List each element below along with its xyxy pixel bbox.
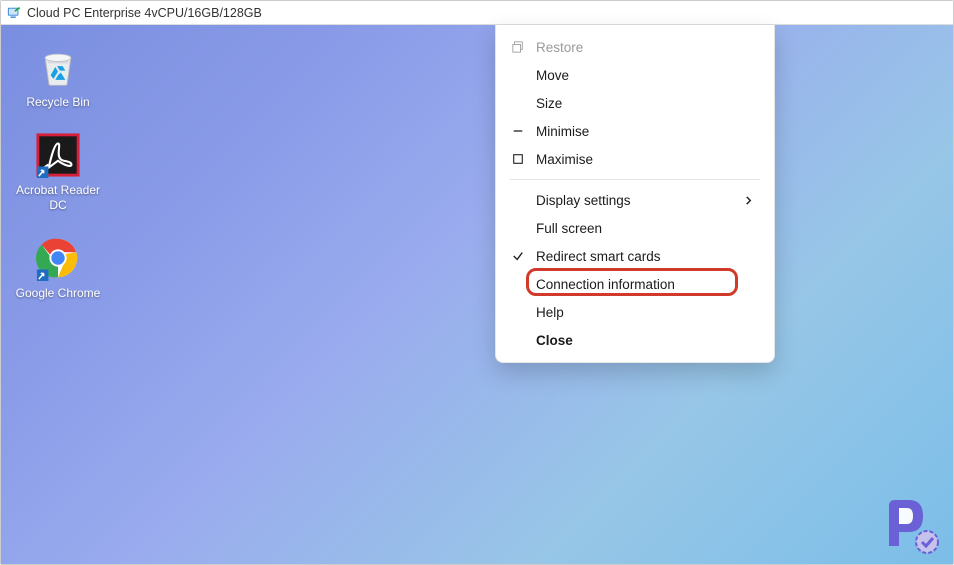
desktop-icon-chrome[interactable]: Google Chrome <box>13 234 103 300</box>
menu-separator <box>510 179 760 180</box>
menu-item-move[interactable]: Move <box>496 61 774 89</box>
menu-item-connection-information[interactable]: Connection information <box>496 270 774 298</box>
menu-item-size[interactable]: Size <box>496 89 774 117</box>
title-bar[interactable]: Cloud PC Enterprise 4vCPU/16GB/128GB <box>1 1 953 25</box>
desktop-icons-column: Recycle Bin Acrobat Reader DC <box>13 43 103 301</box>
system-context-menu: Restore Move Size Minimise Maximise <box>495 25 775 363</box>
check-icon <box>510 248 526 264</box>
window-title: Cloud PC Enterprise 4vCPU/16GB/128GB <box>27 6 262 20</box>
menu-item-redirect-smart-cards[interactable]: Redirect smart cards <box>496 242 774 270</box>
desktop-icon-label: Recycle Bin <box>26 95 89 109</box>
desktop-icon-label: Google Chrome <box>16 286 101 300</box>
menu-item-maximise[interactable]: Maximise <box>496 145 774 173</box>
recycle-bin-icon <box>34 43 82 91</box>
desktop-icon-recycle-bin[interactable]: Recycle Bin <box>13 43 103 109</box>
restore-icon <box>510 39 526 55</box>
menu-item-display-settings[interactable]: Display settings <box>496 186 774 214</box>
menu-item-restore: Restore <box>496 33 774 61</box>
menu-item-help[interactable]: Help <box>496 298 774 326</box>
remote-desktop-area[interactable]: Recycle Bin Acrobat Reader DC <box>1 25 953 564</box>
acrobat-icon <box>34 131 82 179</box>
chrome-icon <box>34 234 82 282</box>
desktop-icon-label: Acrobat Reader DC <box>13 183 103 212</box>
menu-item-full-screen[interactable]: Full screen <box>496 214 774 242</box>
menu-item-close[interactable]: Close <box>496 326 774 354</box>
remote-desktop-icon <box>7 6 21 20</box>
chevron-right-icon <box>744 193 756 208</box>
menu-item-minimise[interactable]: Minimise <box>496 117 774 145</box>
minimise-icon <box>510 123 526 139</box>
maximise-icon <box>510 151 526 167</box>
desktop-icon-acrobat[interactable]: Acrobat Reader DC <box>13 131 103 212</box>
watermark-logo <box>879 494 943 558</box>
